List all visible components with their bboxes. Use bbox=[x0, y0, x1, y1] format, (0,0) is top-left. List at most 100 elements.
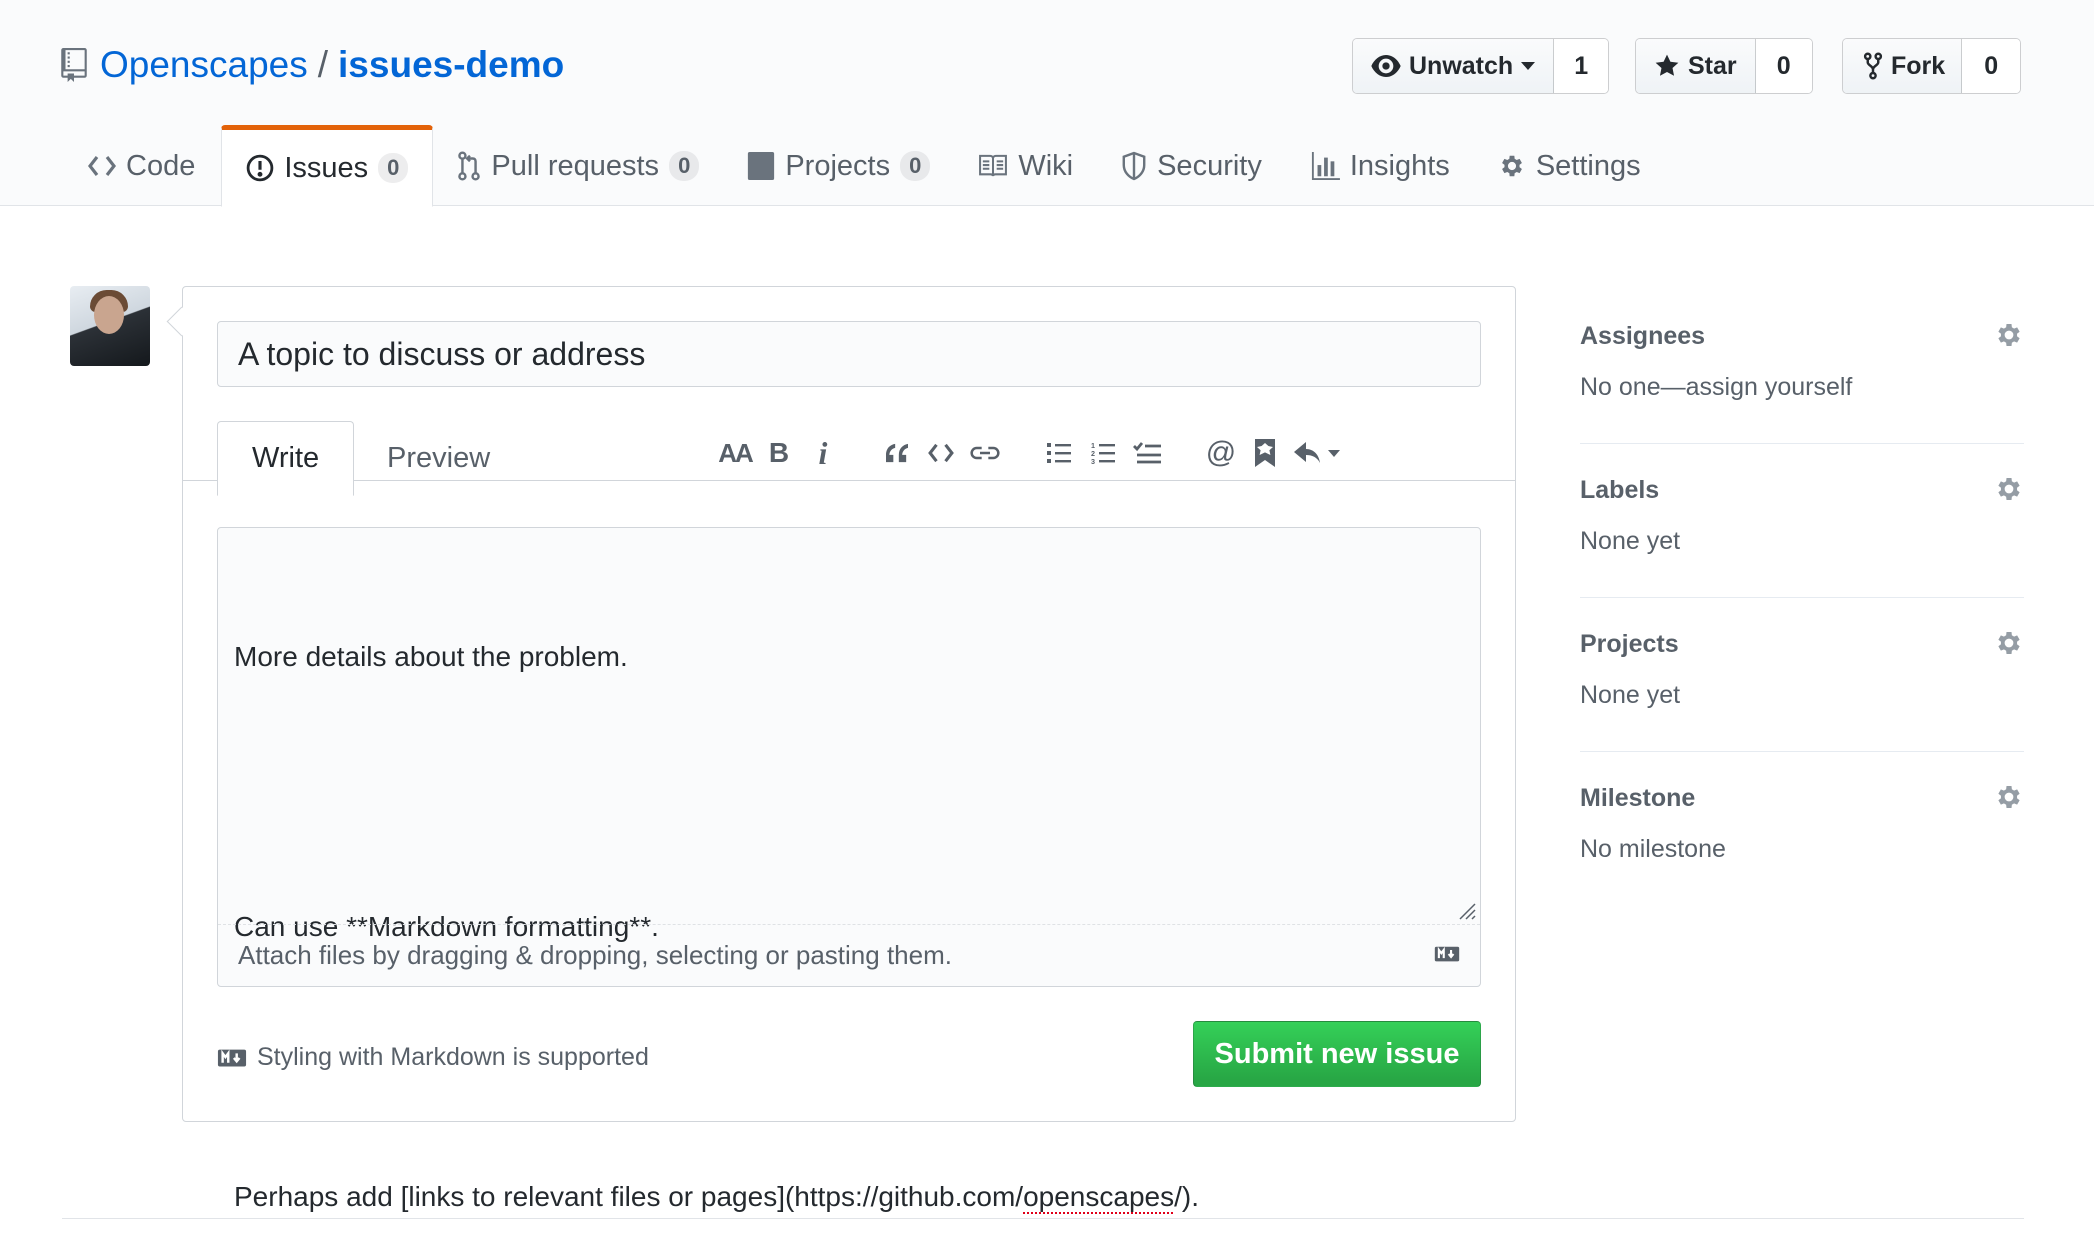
list-ordered-icon: 123 bbox=[1091, 441, 1115, 465]
labels-heading[interactable]: Labels bbox=[1580, 476, 1659, 505]
header-text-button[interactable]: AA bbox=[713, 433, 757, 473]
eye-icon bbox=[1371, 55, 1401, 77]
mention-button[interactable]: @ bbox=[1199, 433, 1243, 473]
repo-icon bbox=[61, 48, 87, 82]
markdown-hint[interactable]: Styling with Markdown is supported bbox=[217, 1043, 649, 1072]
saved-replies-button[interactable] bbox=[1287, 433, 1347, 473]
unwatch-label: Unwatch bbox=[1409, 51, 1514, 80]
discussion-sidebar: Assignees No one—assign yourself Labels … bbox=[1580, 290, 2024, 906]
misspelled-word: openscapes bbox=[1023, 1181, 1175, 1212]
issue-body-textarea[interactable]: More details about the problem. Can use … bbox=[217, 527, 1481, 1212]
markdown-toolbar: AA B i 123 @ bbox=[713, 433, 1347, 473]
tasklist-icon bbox=[1133, 442, 1161, 464]
assignees-heading[interactable]: Assignees bbox=[1580, 322, 1705, 351]
tab-preview[interactable]: Preview bbox=[353, 421, 524, 495]
star-button[interactable]: Star bbox=[1636, 39, 1756, 93]
tab-insights[interactable]: Insights bbox=[1286, 125, 1474, 207]
new-issue-form: A topic to discuss or address Write Prev… bbox=[182, 286, 1516, 1212]
avatar-face bbox=[94, 296, 124, 334]
repo-separator: / bbox=[317, 44, 329, 85]
unordered-list-button[interactable] bbox=[1037, 433, 1081, 473]
tab-wiki-label: Wiki bbox=[1018, 149, 1074, 182]
sidebar-projects: Projects None yet bbox=[1580, 598, 2024, 752]
milestone-value: No milestone bbox=[1580, 835, 1726, 863]
markdown-icon bbox=[217, 1049, 247, 1066]
ordered-list-button[interactable]: 123 bbox=[1081, 433, 1125, 473]
projects-counter: 0 bbox=[900, 151, 931, 181]
tab-insights-label: Insights bbox=[1349, 149, 1450, 182]
shield-icon bbox=[1122, 151, 1146, 181]
bookmark-icon bbox=[1255, 439, 1275, 467]
tab-security[interactable]: Security bbox=[1097, 125, 1286, 207]
project-icon bbox=[748, 152, 775, 180]
repo-owner-link[interactable]: Openscapes bbox=[100, 44, 308, 86]
pulls-counter: 0 bbox=[669, 151, 700, 181]
italic-button[interactable]: i bbox=[801, 433, 845, 473]
tab-wiki[interactable]: Wiki bbox=[954, 125, 1097, 207]
tab-settings[interactable]: Settings bbox=[1474, 125, 1665, 207]
chevron-down-icon bbox=[1328, 449, 1340, 457]
watch-group: Unwatch 1 bbox=[1352, 38, 1610, 94]
graph-icon bbox=[1311, 152, 1340, 180]
task-list-button[interactable] bbox=[1125, 433, 1169, 473]
sidebar-assignees: Assignees No one—assign yourself bbox=[1580, 290, 2024, 444]
gear-icon[interactable] bbox=[1994, 320, 2024, 350]
gear-icon bbox=[1501, 155, 1522, 177]
projects-heading[interactable]: Projects bbox=[1580, 630, 1679, 659]
fork-button[interactable]: Fork bbox=[1843, 39, 1963, 93]
code-button[interactable] bbox=[919, 433, 963, 473]
repo-header: Openscapes / issues-demo Unwatch 1 Star … bbox=[0, 0, 2094, 207]
sidebar-labels: Labels None yet bbox=[1580, 444, 2024, 598]
link-button[interactable] bbox=[963, 433, 1007, 473]
svg-text:3: 3 bbox=[1091, 457, 1095, 465]
forks-count[interactable]: 0 bbox=[1962, 39, 2021, 93]
body-line-1: More details about the problem. bbox=[234, 641, 628, 672]
body-line-3-end: /). bbox=[1174, 1181, 1199, 1212]
sidebar-milestone: Milestone No milestone bbox=[1580, 752, 2024, 906]
fork-icon bbox=[1863, 52, 1883, 80]
tab-security-label: Security bbox=[1157, 149, 1262, 182]
tab-write[interactable]: Write bbox=[217, 421, 355, 496]
resize-handle-icon[interactable] bbox=[1454, 898, 1476, 920]
tab-pull-requests[interactable]: Pull requests 0 bbox=[433, 125, 723, 207]
git-pull-request-icon bbox=[458, 151, 481, 181]
submit-new-issue-button[interactable]: Submit new issue bbox=[1193, 1021, 1481, 1087]
markdown-hint-label: Styling with Markdown is supported bbox=[257, 1043, 649, 1071]
issue-body-text: More details about the problem. Can use … bbox=[234, 544, 1199, 1250]
watchers-count[interactable]: 1 bbox=[1554, 39, 1609, 93]
reply-icon bbox=[1294, 442, 1320, 463]
unwatch-button[interactable]: Unwatch bbox=[1353, 39, 1555, 93]
code-icon bbox=[88, 156, 116, 176]
body-blank-line bbox=[234, 769, 1199, 814]
assignees-value[interactable]: No one—assign yourself bbox=[1580, 373, 1852, 402]
footer-divider bbox=[62, 1218, 2024, 1219]
repo-name-link[interactable]: issues-demo bbox=[338, 44, 564, 86]
labels-value: None yet bbox=[1580, 527, 1681, 555]
stargazers-count[interactable]: 0 bbox=[1755, 39, 1812, 93]
attach-hint: Attach files by dragging & dropping, sel… bbox=[238, 940, 952, 970]
gear-icon[interactable] bbox=[1994, 628, 2024, 658]
milestone-heading[interactable]: Milestone bbox=[1580, 784, 1695, 813]
code-icon bbox=[928, 443, 954, 463]
link-icon bbox=[970, 446, 1000, 460]
markdown-icon bbox=[1434, 946, 1460, 962]
reference-button[interactable] bbox=[1243, 433, 1287, 473]
avatar[interactable] bbox=[70, 286, 150, 366]
issue-title-input[interactable]: A topic to discuss or address bbox=[217, 321, 1481, 387]
issue-opened-icon bbox=[247, 154, 274, 182]
gear-icon[interactable] bbox=[1994, 782, 2024, 812]
issues-counter: 0 bbox=[378, 153, 409, 183]
repo-nav: Code Issues 0 Pull requests 0 Projects 0… bbox=[64, 125, 1665, 207]
tab-settings-label: Settings bbox=[1535, 149, 1641, 182]
quote-button[interactable] bbox=[875, 433, 919, 473]
projects-value: None yet bbox=[1580, 681, 1681, 709]
body-line-3-start: Perhaps add [links to relevant files or … bbox=[234, 1181, 1024, 1212]
quote-icon bbox=[886, 443, 908, 463]
file-attachment-dropzone[interactable]: Attach files by dragging & dropping, sel… bbox=[218, 924, 1480, 986]
tab-issues[interactable]: Issues 0 bbox=[221, 125, 434, 207]
star-icon bbox=[1655, 54, 1679, 76]
tab-projects[interactable]: Projects 0 bbox=[723, 125, 954, 207]
gear-icon[interactable] bbox=[1994, 474, 2024, 504]
bold-button[interactable]: B bbox=[757, 433, 801, 473]
tab-code[interactable]: Code bbox=[64, 125, 221, 207]
